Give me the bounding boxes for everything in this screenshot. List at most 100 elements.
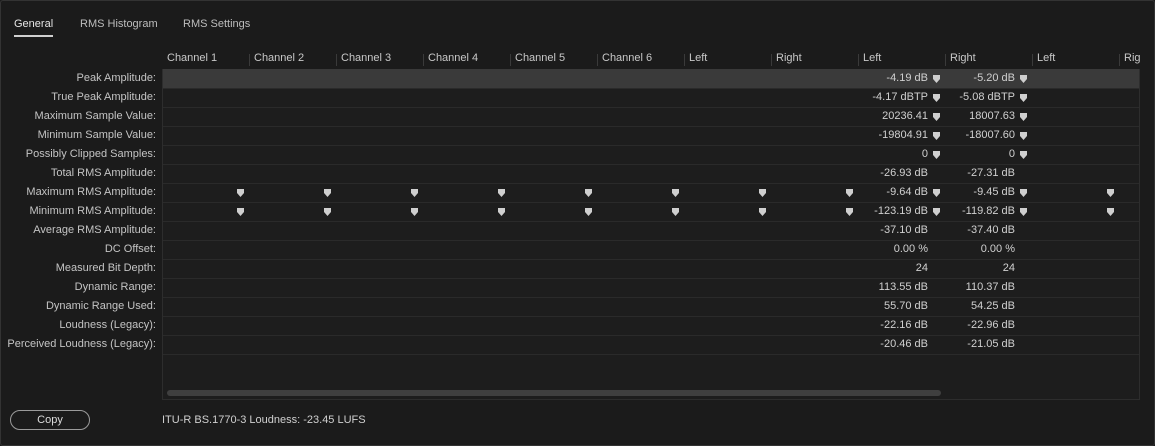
table-row[interactable]: -123.19 dB -119.82 dB (163, 202, 1139, 222)
playhead-marker-icon[interactable] (585, 207, 592, 216)
column-header: Channel 5 (515, 52, 566, 64)
playhead-marker-icon[interactable] (846, 188, 853, 197)
column-header: Channel 3 (341, 52, 392, 64)
left-channel-value: 0.00 % (893, 243, 928, 255)
playhead-marker-icon[interactable] (1020, 93, 1027, 102)
table-row[interactable]: 113.55 dB 110.37 dB (163, 278, 1139, 298)
left-channel-value: 20236.41 (882, 110, 928, 122)
playhead-marker-icon[interactable] (1020, 150, 1027, 159)
playhead-marker-icon[interactable] (933, 74, 940, 83)
right-channel-value: -37.40 dB (967, 224, 1015, 236)
table-row[interactable]: 24 24 (163, 259, 1139, 279)
tab-rms-settings-label: RMS Settings (183, 18, 251, 30)
row-label: Loudness (Legacy): (59, 319, 156, 331)
right-channel-value: 0 (1008, 148, 1015, 160)
column-separator[interactable] (1032, 54, 1033, 66)
playhead-marker-icon[interactable] (324, 188, 331, 197)
tab-rms-histogram[interactable]: RMS Histogram (80, 18, 158, 30)
row-label: Average RMS Amplitude: (33, 224, 156, 236)
playhead-marker-icon[interactable] (237, 188, 244, 197)
table-row[interactable]: -9.64 dB -9.45 dB (163, 183, 1139, 203)
row-label: Dynamic Range: (74, 281, 156, 293)
column-separator[interactable] (684, 54, 685, 66)
playhead-marker-icon[interactable] (324, 207, 331, 216)
column-separator[interactable] (423, 54, 424, 66)
horizontal-scrollbar[interactable] (167, 390, 941, 396)
table-row[interactable]: -37.10 dB -37.40 dB (163, 221, 1139, 241)
column-header: Left (863, 52, 882, 64)
column-separator[interactable] (597, 54, 598, 66)
playhead-marker-icon[interactable] (1107, 188, 1114, 197)
column-header: Channel 2 (254, 52, 305, 64)
table-row[interactable]: 20236.41 18007.63 (163, 107, 1139, 127)
table-row[interactable]: -4.19 dB -5.20 dB (163, 69, 1139, 89)
playhead-marker-icon[interactable] (1020, 74, 1027, 83)
playhead-marker-icon[interactable] (1020, 207, 1027, 216)
playhead-marker-icon[interactable] (411, 188, 418, 197)
tab-general-label: General (14, 18, 54, 30)
playhead-marker-icon[interactable] (933, 131, 940, 140)
row-label: Perceived Loudness (Legacy): (7, 338, 156, 350)
column-header: Right (776, 52, 802, 64)
active-tab-underline (14, 35, 54, 37)
left-channel-value: -4.17 dBTP (872, 91, 928, 103)
table-row[interactable]: -22.16 dB -22.96 dB (163, 316, 1139, 336)
right-channel-value: 24 (1002, 262, 1015, 274)
playhead-marker-icon[interactable] (498, 207, 505, 216)
tab-general[interactable]: General (14, 18, 54, 37)
table-row[interactable]: -26.93 dB -27.31 dB (163, 164, 1139, 184)
column-separator[interactable] (510, 54, 511, 66)
table-row[interactable]: 0.00 % 0.00 % (163, 240, 1139, 260)
tab-rms-settings[interactable]: RMS Settings (183, 18, 250, 30)
column-header: Channel 6 (602, 52, 653, 64)
column-separator[interactable] (249, 54, 250, 66)
amplitude-stats-table: -20.46 dB -21.05 dB -22.16 dB -22.96 dB 55.7… (162, 69, 1140, 400)
left-channel-value: -19804.91 (878, 129, 928, 141)
column-header: Left (689, 52, 708, 64)
playhead-marker-icon[interactable] (759, 207, 766, 216)
table-row[interactable]: -20.46 dB -21.05 dB (163, 335, 1139, 355)
playhead-marker-icon[interactable] (933, 112, 940, 121)
left-channel-value: -9.64 dB (886, 186, 928, 198)
playhead-marker-icon[interactable] (1020, 131, 1027, 140)
left-channel-value: -123.19 dB (874, 205, 928, 217)
column-separator[interactable] (336, 54, 337, 66)
column-separator[interactable] (771, 54, 772, 66)
column-header: Channel 4 (428, 52, 479, 64)
column-separator[interactable] (945, 54, 946, 66)
table-row[interactable]: 55.70 dB 54.25 dB (163, 297, 1139, 317)
left-channel-value: -26.93 dB (880, 167, 928, 179)
column-header: Right (950, 52, 976, 64)
right-channel-value: -5.20 dB (973, 72, 1015, 84)
playhead-marker-icon[interactable] (672, 188, 679, 197)
playhead-marker-icon[interactable] (933, 188, 940, 197)
column-header-row: Channel 1 Channel 2 Channel 3 Channel 4 Chan… (162, 50, 1140, 68)
playhead-marker-icon[interactable] (411, 207, 418, 216)
left-channel-value: -4.19 dB (886, 72, 928, 84)
right-channel-value: -5.08 dBTP (959, 91, 1015, 103)
playhead-marker-icon[interactable] (1020, 112, 1027, 121)
playhead-marker-icon[interactable] (933, 150, 940, 159)
table-row[interactable]: -19804.91 -18007.60 (163, 126, 1139, 146)
playhead-marker-icon[interactable] (585, 188, 592, 197)
column-separator[interactable] (858, 54, 859, 66)
playhead-marker-icon[interactable] (237, 207, 244, 216)
table-row[interactable]: -4.17 dBTP -5.08 dBTP (163, 88, 1139, 108)
right-channel-value: -22.96 dB (967, 319, 1015, 331)
playhead-marker-icon[interactable] (498, 188, 505, 197)
right-channel-value: 18007.63 (969, 110, 1015, 122)
right-channel-value: 110.37 dB (965, 281, 1015, 293)
copy-button[interactable]: Copy (10, 410, 90, 430)
table-row[interactable]: 00 (163, 145, 1139, 165)
column-header: Left (1037, 52, 1056, 64)
left-channel-value: -22.16 dB (880, 319, 928, 331)
playhead-marker-icon[interactable] (759, 188, 766, 197)
playhead-marker-icon[interactable] (933, 207, 940, 216)
column-separator[interactable] (1119, 54, 1120, 66)
playhead-marker-icon[interactable] (846, 207, 853, 216)
row-label: True Peak Amplitude: (51, 91, 156, 103)
playhead-marker-icon[interactable] (672, 207, 679, 216)
playhead-marker-icon[interactable] (1107, 207, 1114, 216)
playhead-marker-icon[interactable] (933, 93, 940, 102)
playhead-marker-icon[interactable] (1020, 188, 1027, 197)
